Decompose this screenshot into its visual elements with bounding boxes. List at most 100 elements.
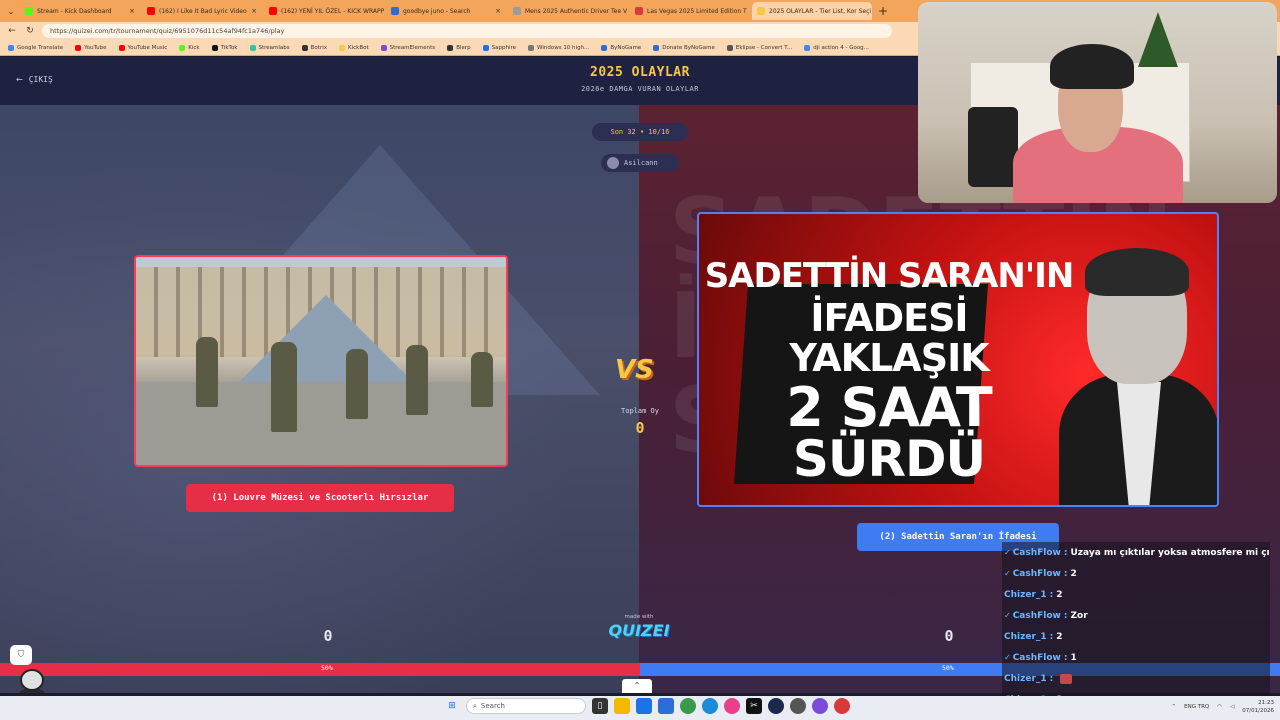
chat-message: ✓ CashFlow: Zor: [1002, 605, 1270, 626]
vs-icon: VS: [615, 355, 654, 385]
capcut-icon[interactable]: ✂: [746, 698, 762, 714]
discord-icon[interactable]: [812, 698, 828, 714]
bookmark-item[interactable]: Kick: [179, 44, 200, 51]
option-1-label[interactable]: (1) Louvre Müzesi ve Scooterlı Hırsızlar: [186, 484, 454, 512]
option-2-image[interactable]: SADETTİN SARAN'IN İFADESİ YAKLAŞIK 2 SAA…: [697, 212, 1219, 507]
bookmark-label: YouTube Music: [127, 44, 168, 51]
badge-icon: ✓: [1004, 548, 1011, 557]
bookmark-item[interactable]: YouTube: [75, 44, 107, 51]
browser-tab[interactable]: 2025 OLAYLAR - Tier List, Kor Seçi×: [752, 2, 872, 20]
browser-tab[interactable]: Stream - Kick Dashboard ×: [20, 2, 140, 20]
task-view-icon[interactable]: ▯: [592, 698, 608, 714]
bookmark-item[interactable]: YouTube Music: [118, 44, 168, 51]
obs-icon[interactable]: [790, 698, 806, 714]
page-subtitle: 2026e DAMGA VURAN OLAYLAR: [581, 85, 699, 93]
chat-text: Zor: [1070, 610, 1088, 621]
chrome-icon[interactable]: [680, 698, 696, 714]
chat-separator: :: [1063, 568, 1068, 579]
quizei-logo[interactable]: QUIZEI: [604, 621, 674, 640]
bookmark-item[interactable]: Streamlabs: [249, 44, 290, 51]
bookmark-item[interactable]: Donate ByNoGame: [653, 44, 715, 51]
back-icon[interactable]: ←: [6, 26, 18, 36]
bookmark-item[interactable]: TikTok: [211, 44, 238, 51]
bookmark-label: Kick: [188, 44, 200, 51]
option-1-percent: 50%: [321, 664, 333, 672]
tab-label: (162) I Like It Bad Lyric Video: [159, 7, 247, 15]
tab-label: Stream - Kick Dashboard: [37, 7, 112, 15]
bookmark-item[interactable]: Botrix: [301, 44, 327, 51]
chevron-up-icon[interactable]: ⌃: [622, 679, 652, 693]
bookmark-icon: [726, 44, 733, 51]
bookmark-item[interactable]: dji action 4 - Goog...: [804, 44, 869, 51]
chat-text: 1: [1070, 652, 1077, 663]
chat-separator: :: [1049, 631, 1054, 642]
chat-username: CashFlow: [1012, 568, 1061, 579]
date: 07/01/2026: [1242, 708, 1274, 714]
exit-label: ÇIKIŞ: [28, 75, 53, 84]
close-icon[interactable]: ×: [251, 7, 257, 15]
taskbar-search[interactable]: ⌕ Search: [466, 698, 586, 714]
new-tab-button[interactable]: +: [878, 4, 888, 18]
app-icon[interactable]: [834, 698, 850, 714]
tab-label: 2025 OLAYLAR - Tier List, Kor Seçi: [769, 7, 872, 15]
windows-start-icon[interactable]: ⊞: [444, 698, 460, 714]
badge-icon: ✓: [1004, 611, 1011, 620]
option-1-score: 0: [323, 627, 333, 645]
close-icon[interactable]: ×: [495, 7, 501, 15]
webcam-overlay: [918, 2, 1277, 203]
close-icon[interactable]: ×: [129, 7, 135, 15]
tab-menu-icon[interactable]: ⌄: [4, 7, 18, 16]
browser-tab[interactable]: Las Vegas 2025 Limited Edition T×: [630, 2, 750, 20]
chat-text: 2: [1070, 568, 1077, 579]
reload-icon[interactable]: ↻: [24, 26, 36, 36]
bookmark-label: Eklipse - Convert T...: [735, 44, 793, 51]
bookmark-item[interactable]: ByNoGame: [601, 44, 642, 51]
chat-message: ✓ CashFlow:1: [1002, 647, 1270, 668]
mail-icon[interactable]: [658, 698, 674, 714]
bookmark-item[interactable]: Google Translate: [8, 44, 63, 51]
bookmark-icon: [601, 44, 608, 51]
wifi-icon[interactable]: ◠: [1217, 704, 1222, 710]
volume-icon[interactable]: ◁: [1230, 704, 1234, 710]
chevron-up-icon[interactable]: ⌃: [1172, 704, 1177, 710]
chat-text: Uzaya mı çıktılar yoksa atmosfere mi çık…: [1070, 547, 1271, 558]
browser-tab[interactable]: Mens 2025 Authentic Driver Tee V×: [508, 2, 628, 20]
bookmark-item[interactable]: Windows 10 high...: [528, 44, 590, 51]
bookmark-item[interactable]: Sapphire: [482, 44, 517, 51]
image-text-line: SÜRDÜ: [792, 430, 986, 488]
chat-text: 2: [1056, 631, 1063, 642]
browser-tab[interactable]: goodbye juno - Search ×: [386, 2, 506, 20]
badge-icon: ✓: [1004, 569, 1011, 578]
bookmark-label: ByNoGame: [610, 44, 642, 51]
tab-label: (162) YENİ YIL ÖZEL - KICK WRAPP: [281, 7, 384, 15]
search-icon: ⌕: [473, 701, 477, 710]
round-badge: Son 32 • 10/16: [592, 123, 688, 141]
exit-button[interactable]: ← ÇIKIŞ: [16, 75, 53, 84]
chat-separator: :: [1063, 652, 1068, 663]
bookmark-label: Windows 10 high...: [537, 44, 590, 51]
store-icon[interactable]: [636, 698, 652, 714]
bookmark-item[interactable]: Blerp: [447, 44, 471, 51]
url-field[interactable]: https://quizei.com/tr/tournament/quiz/69…: [42, 24, 892, 38]
browser-tab[interactable]: (162) I Like It Bad Lyric Video ×: [142, 2, 262, 20]
browser-icon[interactable]: [724, 698, 740, 714]
edge-icon[interactable]: [702, 698, 718, 714]
tab-label: goodbye juno - Search: [403, 7, 471, 15]
clock[interactable]: 21:23 07/01/2026: [1242, 699, 1274, 715]
bookmark-item[interactable]: Eklipse - Convert T...: [726, 44, 793, 51]
chat-username: CashFlow: [1012, 547, 1061, 558]
bookmark-item[interactable]: KickBot: [339, 44, 369, 51]
shield-icon[interactable]: ⛉: [10, 645, 32, 665]
browser-tab[interactable]: (162) YENİ YIL ÖZEL - KICK WRAPP×: [264, 2, 384, 20]
tab-favicon-icon: [513, 7, 521, 15]
option-1-image[interactable]: [134, 255, 508, 467]
emote-icon: [1060, 673, 1073, 684]
bookmark-icon: [380, 44, 387, 51]
lang-indicator[interactable]: ENG TRQ: [1184, 704, 1209, 710]
bookmark-label: Sapphire: [491, 44, 517, 51]
bookmark-item[interactable]: StreamElements: [380, 44, 435, 51]
option-2-percent: 50%: [942, 664, 954, 672]
bookmark-label: TikTok: [220, 44, 238, 51]
steam-icon[interactable]: [768, 698, 784, 714]
file-explorer-icon[interactable]: [614, 698, 630, 714]
